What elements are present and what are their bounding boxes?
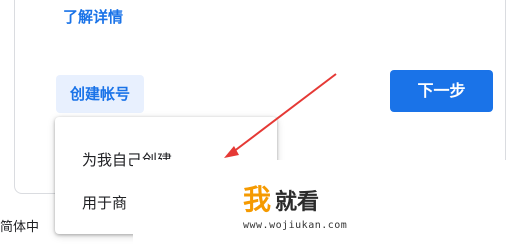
annotation-arrow-icon [224,73,337,158]
